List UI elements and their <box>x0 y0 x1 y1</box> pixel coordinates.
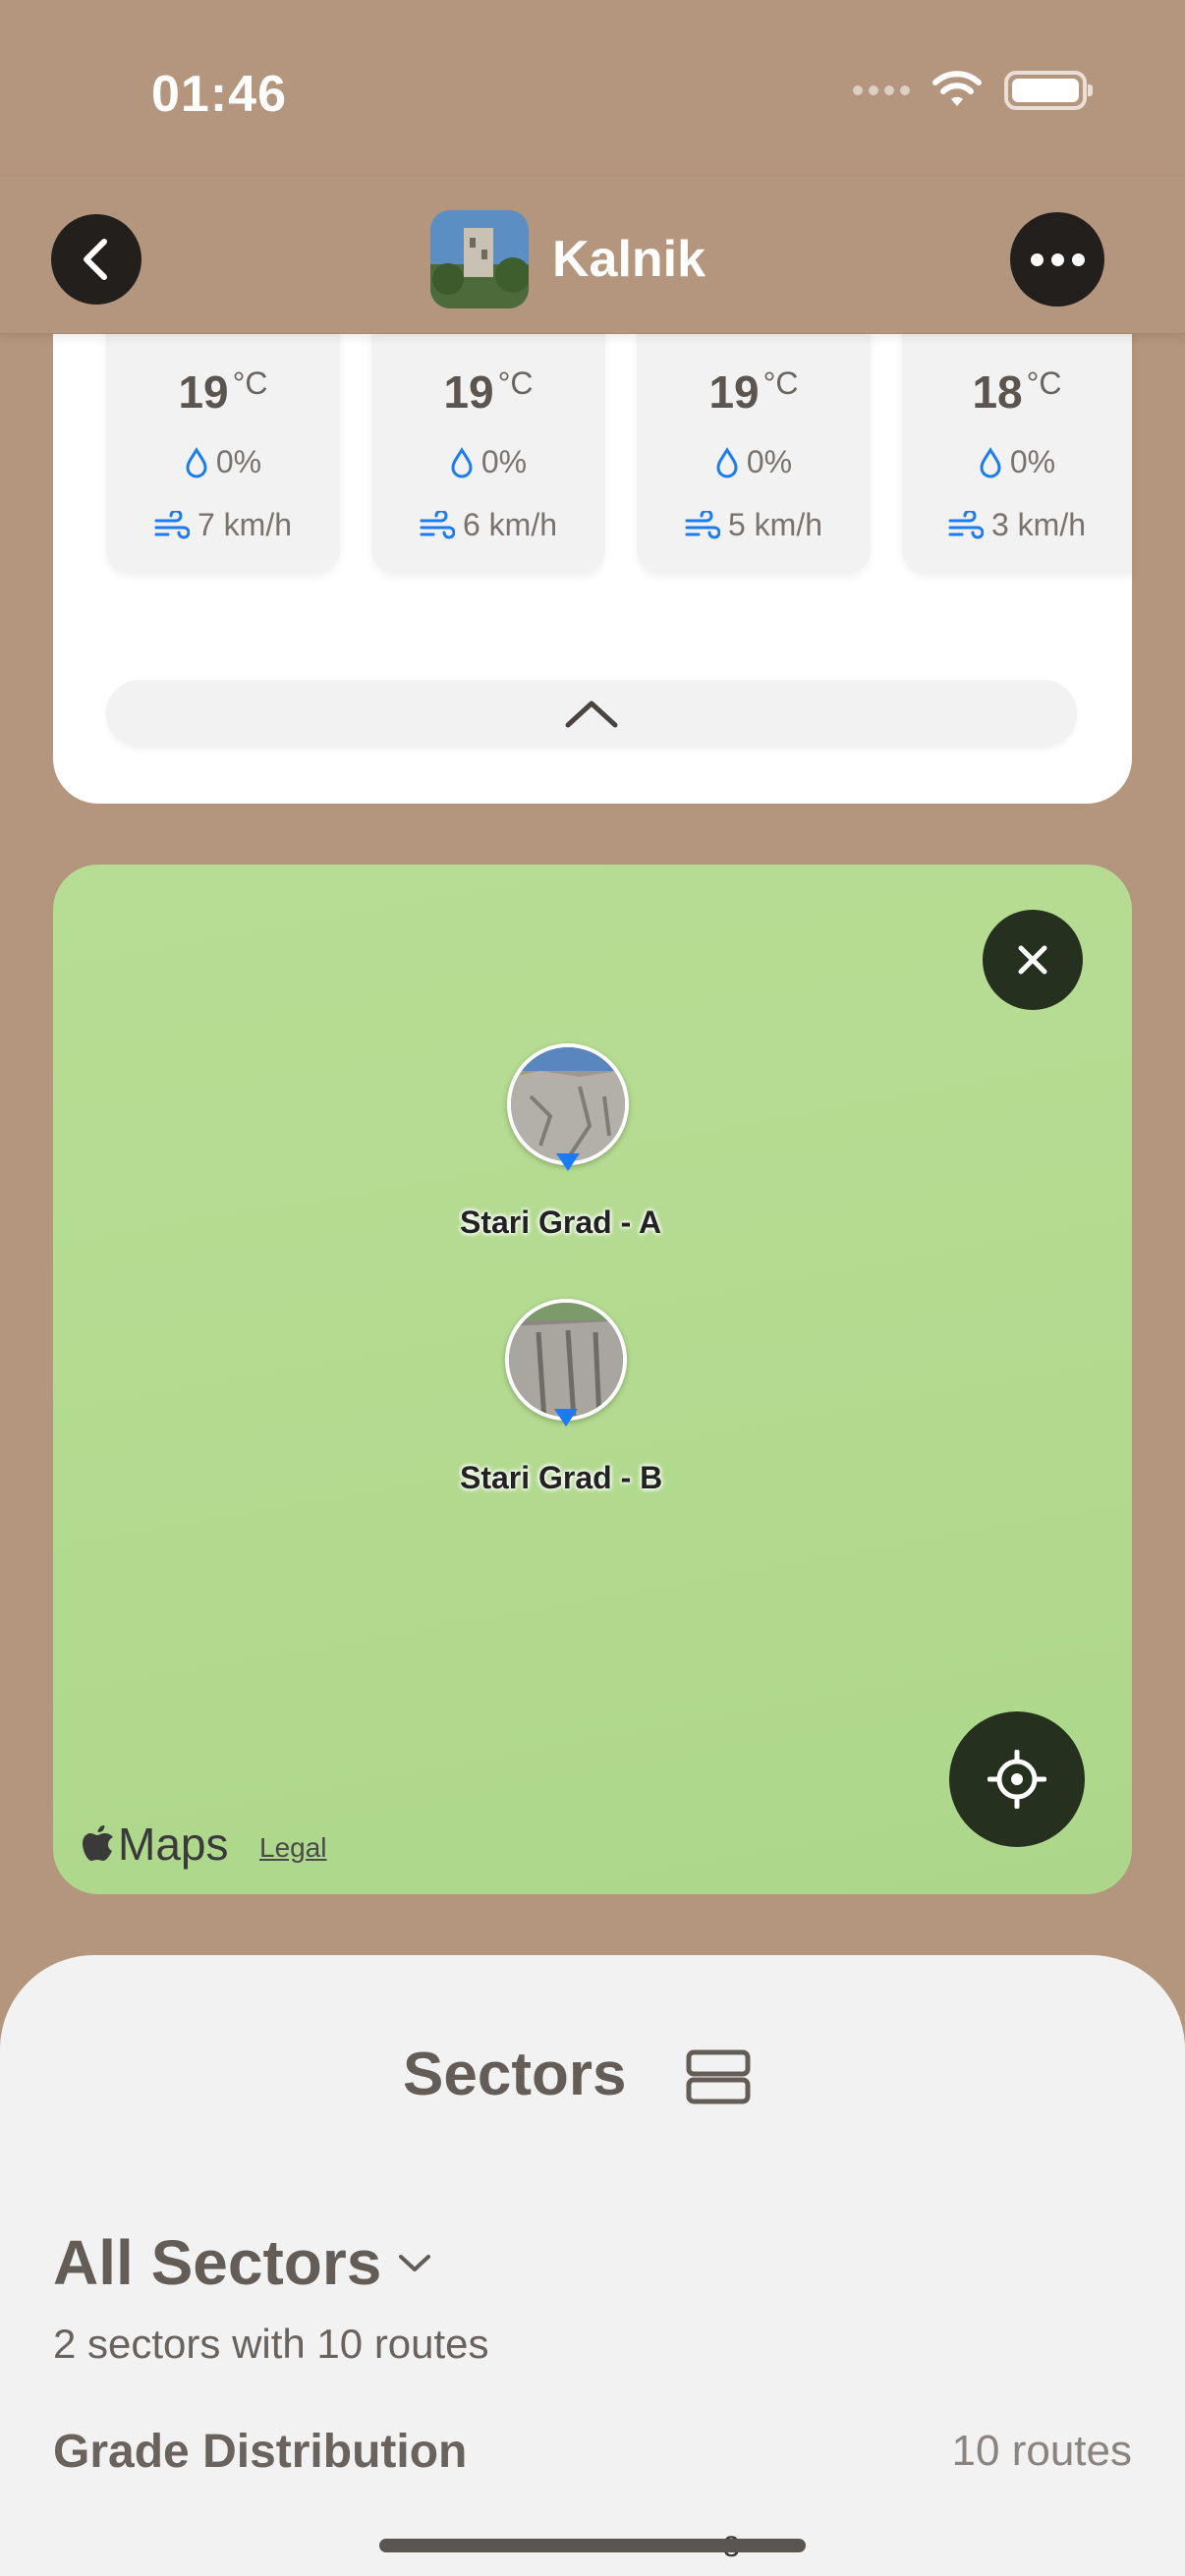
battery-icon <box>1004 71 1093 110</box>
sector-map[interactable]: Stari Grad - A Stari Grad - B Maps Legal <box>53 865 1132 1894</box>
sector-a-photo <box>507 1043 629 1165</box>
crosshair-icon <box>988 1750 1046 1809</box>
sector-summary: 2 sectors with 10 routes <box>53 2321 489 2367</box>
wind-speed: 6 km/h <box>462 507 558 542</box>
wind-speed: 5 km/h <box>727 507 823 542</box>
sector-b-photo <box>505 1299 627 1421</box>
status-time: 01:46 <box>151 66 287 123</box>
close-map-button[interactable] <box>983 910 1083 1010</box>
collapse-forecast-button[interactable] <box>106 680 1077 747</box>
sectors-sheet: Sectors All Sectors 2 sectors with 10 ro… <box>0 1955 1185 2576</box>
home-indicator[interactable] <box>379 2539 806 2552</box>
map-pin-sector-b[interactable] <box>505 1299 627 1427</box>
temperature-value: 19 <box>178 366 229 418</box>
more-options-button[interactable] <box>1010 212 1104 307</box>
close-icon <box>1018 945 1047 975</box>
wind-icon <box>154 510 190 538</box>
crag-thumbnail <box>430 210 529 308</box>
weather-card: 19 °C 0% 7 km/h 19 °C 0% 6 km/h 19 °C 0% 5 … <box>53 324 1132 804</box>
map-pin-sector-a[interactable] <box>507 1043 629 1171</box>
layout-toggle-button[interactable] <box>686 2049 751 2109</box>
rain-chance: 0% <box>480 444 528 479</box>
legal-link[interactable]: Legal <box>259 1832 327 1864</box>
maps-attribution: Maps <box>83 1818 228 1871</box>
apple-logo-icon <box>83 1825 113 1861</box>
temperature-unit: °C <box>762 365 799 401</box>
wind-icon <box>685 510 720 538</box>
chevron-down-icon <box>399 2255 431 2271</box>
hourly-forecast-item[interactable]: 19 °C 0% 5 km/h <box>637 324 871 574</box>
temperature-value: 19 <box>708 366 760 418</box>
hourly-forecast-item[interactable]: 19 °C 0% 7 km/h <box>106 324 340 574</box>
cellular-signal-icon <box>853 85 910 95</box>
raindrop-icon <box>186 446 207 477</box>
list-layout-icon <box>686 2049 751 2104</box>
raindrop-icon <box>716 446 738 477</box>
maps-brand: Maps <box>118 1819 229 1870</box>
hourly-forecast-item[interactable]: 19 °C 0% 6 km/h <box>371 324 605 574</box>
locate-me-button[interactable] <box>949 1711 1085 1847</box>
wifi-icon <box>932 71 982 106</box>
rain-chance: 0% <box>215 444 262 479</box>
grade-distribution-title: Grade Distribution <box>53 2426 468 2478</box>
sheet-title: Sectors <box>403 2041 627 2108</box>
temperature-unit: °C <box>232 365 268 401</box>
temperature-value: 19 <box>443 366 494 418</box>
chevron-up-icon <box>565 700 618 728</box>
wind-speed: 7 km/h <box>197 507 293 542</box>
wind-icon <box>420 510 455 538</box>
wind-icon <box>948 510 984 538</box>
rain-chance: 0% <box>746 444 793 479</box>
temperature-unit: °C <box>497 365 534 401</box>
status-icons <box>853 71 1093 110</box>
raindrop-icon <box>451 446 473 477</box>
wind-speed: 3 km/h <box>990 507 1087 542</box>
pin-pointer <box>556 1153 580 1171</box>
hourly-forecast-item[interactable]: 18 °C 0% 3 km/h <box>902 324 1132 574</box>
sector-filter-label: All Sectors <box>53 2227 382 2298</box>
rain-chance: 0% <box>1009 444 1056 479</box>
chevron-left-icon <box>84 239 107 280</box>
sector-a-label[interactable]: Stari Grad - A <box>460 1204 661 1241</box>
sector-b-label[interactable]: Stari Grad - B <box>460 1460 662 1496</box>
pin-pointer <box>554 1409 578 1427</box>
route-count: 10 routes <box>951 2427 1132 2475</box>
ellipsis-icon <box>1030 252 1085 266</box>
raindrop-icon <box>980 446 1001 477</box>
temperature-unit: °C <box>1026 365 1062 401</box>
sector-filter-dropdown[interactable]: All Sectors <box>53 2226 432 2299</box>
page-title: Kalnik <box>552 231 706 288</box>
temperature-value: 18 <box>972 366 1023 418</box>
back-button[interactable] <box>51 214 141 305</box>
header-title-group: Kalnik <box>430 210 705 308</box>
